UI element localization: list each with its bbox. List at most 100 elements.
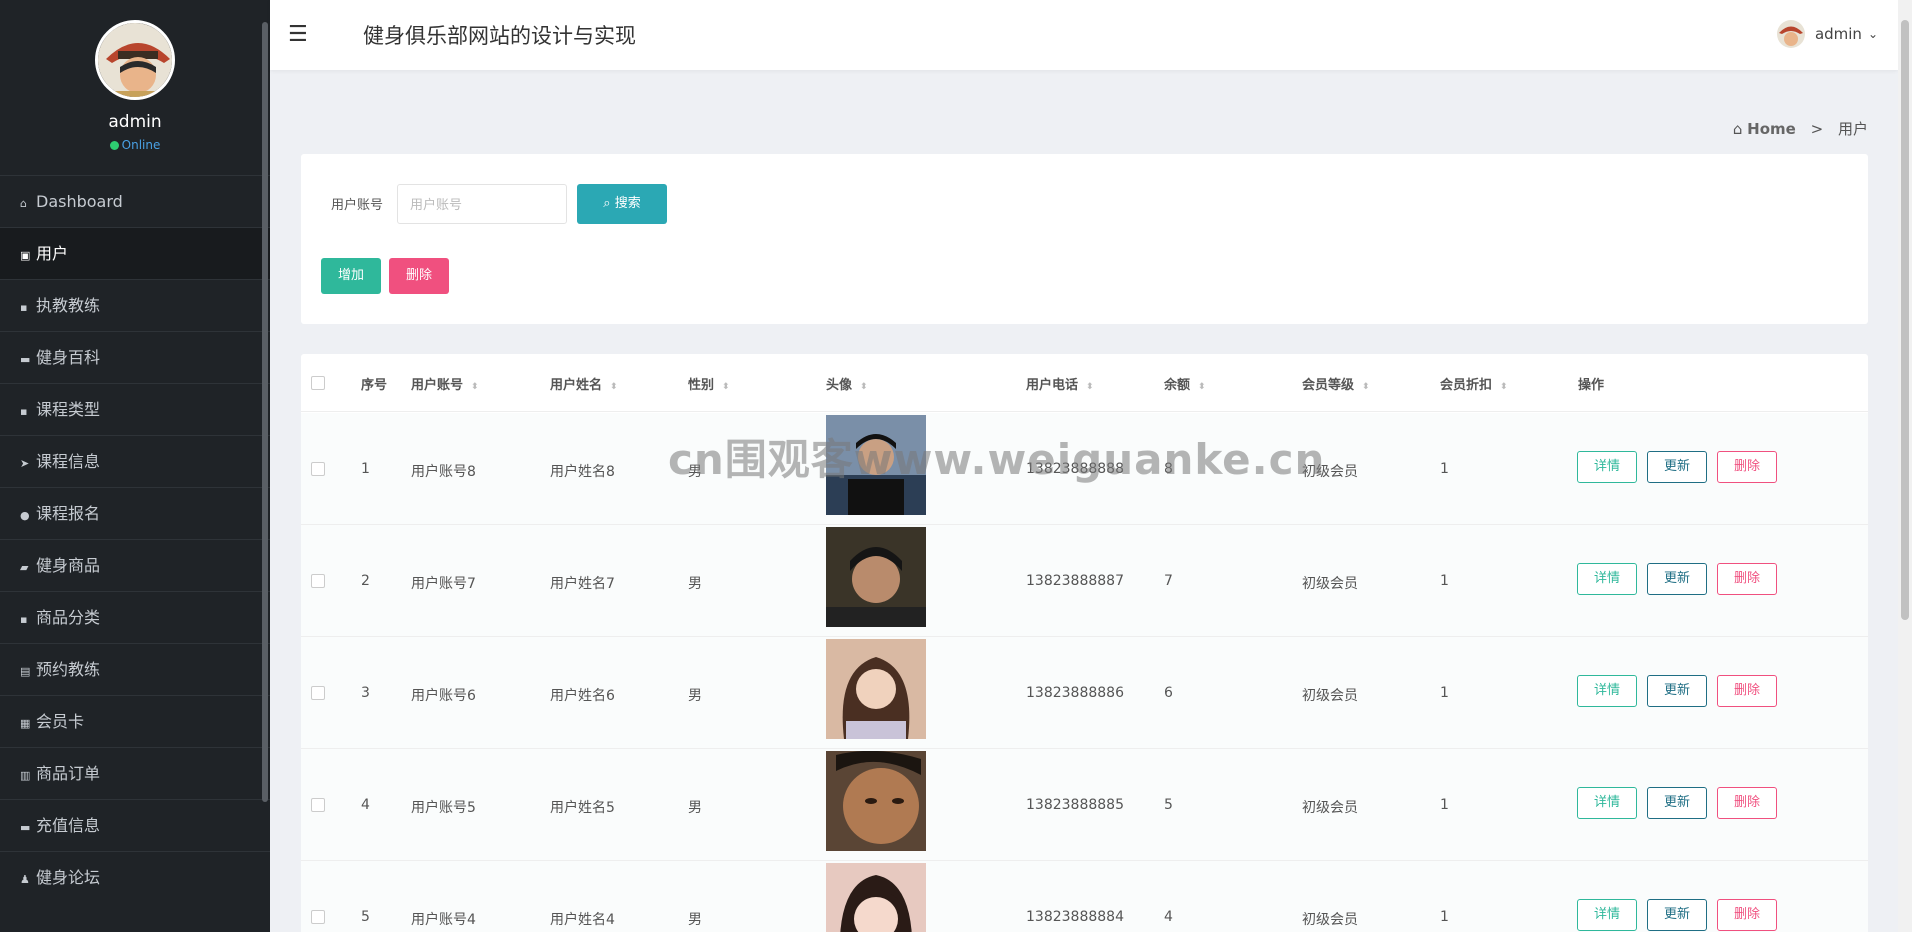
sidebar-item-label: 健身商品 (36, 556, 101, 575)
sidebar-item-users[interactable]: ▣ 用户 (0, 227, 270, 279)
sidebar-item-label: 课程信息 (36, 452, 101, 471)
cell-gender: 男 (688, 912, 702, 928)
update-button[interactable]: 更新 (1647, 563, 1707, 595)
detail-button[interactable]: 详情 (1577, 675, 1637, 707)
row-delete-button[interactable]: 删除 (1717, 899, 1777, 931)
row-checkbox[interactable] (311, 462, 325, 476)
home-icon: ⌂ (1732, 120, 1743, 138)
table-row: 5 用户账号4 用户姓名4 男 13823888884 4 初级会员 1 详情 … (301, 861, 1868, 932)
sidebar-item-coaches[interactable]: ▪ 执教教练 (0, 279, 270, 331)
cell-index: 5 (361, 909, 370, 925)
account-field-label: 用户账号 (331, 198, 384, 213)
update-button[interactable]: 更新 (1647, 787, 1707, 819)
row-checkbox[interactable] (311, 798, 325, 812)
search-button[interactable]: ⌕ 搜索 (577, 184, 667, 224)
briefcase-icon: ▬ (20, 353, 31, 366)
sidebar: admin Online ⌂ Dashboard ▣ 用户 ▪ 执教教练 ▬ 健身百科 … (0, 0, 270, 932)
account-search-input[interactable] (397, 184, 567, 224)
detail-button[interactable]: 详情 (1577, 451, 1637, 483)
row-checkbox[interactable] (311, 686, 325, 700)
sort-icon[interactable]: ⬍ (471, 382, 479, 392)
top-header: ☰ 健身俱乐部网站的设计与实现 admin ⌄ (270, 0, 1898, 70)
sidebar-item-dashboard[interactable]: ⌂ Dashboard (0, 175, 270, 227)
sidebar-item-orders[interactable]: ▥ 商品订单 (0, 747, 270, 799)
th-balance[interactable]: 余额 ⬍ (1164, 374, 1206, 393)
breadcrumb-home[interactable]: Home (1747, 120, 1796, 138)
sort-icon[interactable]: ⬍ (1362, 382, 1370, 392)
user-menu[interactable]: admin ⌄ (1776, 20, 1878, 48)
cell-discount: 1 (1440, 685, 1449, 701)
update-button[interactable]: 更新 (1647, 899, 1707, 931)
sort-icon[interactable]: ⬍ (610, 382, 618, 392)
th-level[interactable]: 会员等级 ⬍ (1302, 374, 1370, 393)
sidebar-item-label: 课程类型 (36, 400, 101, 419)
th-name[interactable]: 用户姓名 ⬍ (550, 374, 618, 393)
update-button[interactable]: 更新 (1647, 451, 1707, 483)
comment-icon: ▬ (20, 821, 31, 834)
user-photo[interactable] (826, 639, 926, 739)
sidebar-menu: ⌂ Dashboard ▣ 用户 ▪ 执教教练 ▬ 健身百科 ▪ 课程类型 ➤ 课程信息 ●… (0, 175, 270, 903)
sort-icon[interactable]: ⬍ (1086, 382, 1094, 392)
cell-index: 1 (361, 461, 370, 477)
user-photo[interactable] (826, 751, 926, 851)
sort-icon[interactable]: ⬍ (1500, 382, 1508, 392)
th-avatar[interactable]: 头像 ⬍ (826, 374, 868, 393)
pin-icon: ● (20, 509, 30, 522)
avatar[interactable] (95, 20, 175, 100)
page-scrollbar[interactable] (1898, 0, 1912, 932)
sidebar-item-forum[interactable]: ♟ 健身论坛 (0, 851, 270, 903)
row-checkbox[interactable] (311, 910, 325, 924)
sidebar-item-recharge[interactable]: ▬ 充值信息 (0, 799, 270, 851)
th-phone[interactable]: 用户电话 ⬍ (1026, 374, 1094, 393)
sort-icon[interactable]: ⬍ (722, 382, 730, 392)
user-photo[interactable] (826, 527, 926, 627)
menu-toggle-icon[interactable]: ☰ (288, 22, 308, 47)
search-button-label: 搜索 (614, 196, 641, 211)
cell-level: 初级会员 (1302, 800, 1358, 816)
add-button[interactable]: 增加 (321, 258, 381, 294)
profile-name: admin (108, 112, 162, 132)
sidebar-item-products[interactable]: ▰ 健身商品 (0, 539, 270, 591)
detail-button[interactable]: 详情 (1577, 563, 1637, 595)
breadcrumb-current: 用户 (1837, 120, 1868, 138)
detail-button[interactable]: 详情 (1577, 899, 1637, 931)
row-delete-button[interactable]: 删除 (1717, 675, 1777, 707)
online-dot-icon (109, 141, 119, 150)
sidebar-scrollbar[interactable] (262, 22, 268, 802)
sidebar-item-label: 执教教练 (36, 296, 101, 315)
th-gender[interactable]: 性别 ⬍ (688, 374, 730, 393)
sidebar-item-course-signup[interactable]: ● 课程报名 (0, 487, 270, 539)
sidebar-item-course-types[interactable]: ▪ 课程类型 (0, 383, 270, 435)
sidebar-item-product-categories[interactable]: ▪ 商品分类 (0, 591, 270, 643)
sidebar-item-book-coach[interactable]: ▤ 预约教练 (0, 643, 270, 695)
row-delete-button[interactable]: 删除 (1717, 563, 1777, 595)
th-label: 用户姓名 (550, 378, 603, 393)
th-label: 用户电话 (1026, 378, 1079, 393)
detail-button[interactable]: 详情 (1577, 787, 1637, 819)
sidebar-item-encyclopedia[interactable]: ▬ 健身百科 (0, 331, 270, 383)
row-checkbox[interactable] (311, 574, 325, 588)
sidebar-item-label: 预约教练 (36, 660, 101, 679)
row-delete-button[interactable]: 删除 (1717, 787, 1777, 819)
table-row: 2 用户账号7 用户姓名7 男 13823888887 7 初级会员 1 详情 … (301, 525, 1868, 637)
sidebar-item-course-info[interactable]: ➤ 课程信息 (0, 435, 270, 487)
select-all-checkbox[interactable] (311, 376, 325, 390)
delete-button[interactable]: 删除 (389, 258, 449, 294)
user-photo[interactable] (826, 863, 926, 932)
cell-name: 用户姓名4 (550, 912, 615, 928)
cell-balance: 4 (1164, 909, 1173, 925)
update-button[interactable]: 更新 (1647, 675, 1707, 707)
breadcrumb-separator: > (1810, 120, 1824, 138)
sidebar-item-member-card[interactable]: ▦ 会员卡 (0, 695, 270, 747)
th-account[interactable]: 用户账号 ⬍ (411, 374, 479, 393)
th-discount[interactable]: 会员折扣 ⬍ (1440, 374, 1508, 393)
page-scrollbar-thumb[interactable] (1901, 20, 1909, 620)
table-row: 3 用户账号6 用户姓名6 男 13823888886 6 初级会员 1 详情 … (301, 637, 1868, 749)
cell-index: 3 (361, 685, 370, 701)
row-delete-button[interactable]: 删除 (1717, 451, 1777, 483)
cell-level: 初级会员 (1302, 912, 1358, 928)
cell-gender: 男 (688, 688, 702, 704)
sort-icon[interactable]: ⬍ (860, 382, 868, 392)
header-avatar (1776, 20, 1805, 48)
sort-icon[interactable]: ⬍ (1198, 382, 1206, 392)
